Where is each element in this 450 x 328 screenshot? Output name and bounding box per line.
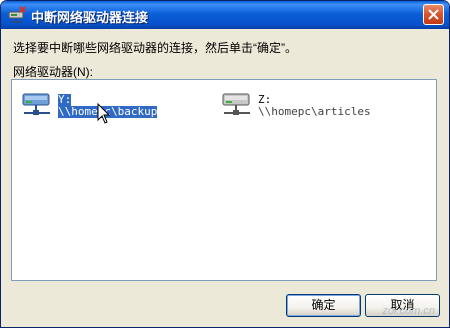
window-title: 中断网络驱动器连接 <box>31 10 149 25</box>
network-drive-icon <box>220 88 254 122</box>
title-bar[interactable]: 中断网络驱动器连接 <box>1 1 449 29</box>
network-drive-list[interactable]: Y: \\homepc\backup Z: \\homepc\articles <box>11 79 437 281</box>
watermark-text: zol.com.cn <box>382 305 435 317</box>
ok-button[interactable]: 确定 <box>286 294 361 317</box>
network-drive-icon <box>20 88 54 122</box>
drive-path: \\homepc\articles <box>258 105 371 118</box>
close-button[interactable] <box>423 4 444 25</box>
mouse-cursor-icon <box>97 102 111 125</box>
network-drive-disconnect-icon <box>8 6 26 24</box>
close-icon <box>428 9 439 20</box>
instruction-text: 选择要中断哪些网络驱动器的连接，然后单击“确定”。 <box>13 41 297 55</box>
dialog-window: 中断网络驱动器连接 选择要中断哪些网络驱动器的连接，然后单击“确定”。 网络驱动… <box>0 0 450 328</box>
drive-list-label: 网络驱动器(N): <box>13 65 93 79</box>
